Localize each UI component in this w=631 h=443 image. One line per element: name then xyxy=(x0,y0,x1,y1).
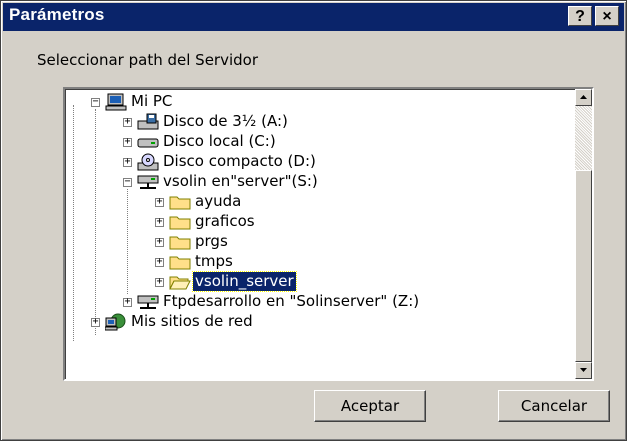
tree-item-label: Ftpdesarrollo en "Solinserver" (Z:) xyxy=(163,292,420,310)
prompt-label: Seleccionar path del Servidor xyxy=(37,51,259,69)
network-drive-icon xyxy=(137,175,159,189)
expand-toggle[interactable]: + xyxy=(91,317,100,327)
help-button[interactable]: ? xyxy=(568,6,592,26)
tree-item-label: Disco compacto (D:) xyxy=(163,152,316,170)
tree-connector xyxy=(73,105,74,341)
open-folder-icon xyxy=(169,276,191,290)
expand-toggle[interactable]: + xyxy=(155,237,164,247)
arrow-down-icon xyxy=(580,368,587,372)
tree-item-label: Disco de 3½ (A:) xyxy=(163,112,288,130)
tree-item-label: graficos xyxy=(195,212,255,230)
title-bar[interactable]: Parámetros ? × xyxy=(3,3,624,31)
tree-item-label: tmps xyxy=(195,252,233,270)
collapse-toggle[interactable]: − xyxy=(91,97,100,107)
close-button[interactable]: × xyxy=(595,6,619,26)
arrow-up-icon xyxy=(580,95,587,99)
tree-item-label: Disco local (C:) xyxy=(163,132,276,150)
expand-toggle[interactable]: + xyxy=(155,277,164,287)
tree-item-label: vsolin_server xyxy=(192,271,297,292)
tree-item-label: Mis sitios de red xyxy=(131,312,253,330)
scroll-track[interactable] xyxy=(575,106,592,170)
folder-tree[interactable]: − Mi PC + Disco de 3½ (A:) + Disco local… xyxy=(63,87,594,381)
expand-toggle[interactable]: + xyxy=(123,137,132,147)
aceptar-button[interactable]: Aceptar xyxy=(314,390,426,422)
expand-toggle[interactable]: + xyxy=(123,117,132,127)
tree-connector xyxy=(95,109,96,335)
scroll-up-button[interactable] xyxy=(575,89,592,106)
window-title: Parámetros xyxy=(9,5,105,24)
collapse-toggle[interactable]: − xyxy=(123,177,132,187)
folder-icon xyxy=(169,196,191,210)
folder-icon xyxy=(169,236,191,250)
tree-scrollbar[interactable] xyxy=(575,89,592,379)
cd-drive-icon xyxy=(137,153,159,171)
parametros-dialog: Parámetros ? × Seleccionar path del Serv… xyxy=(0,0,627,441)
folder-icon xyxy=(169,256,191,270)
expand-toggle[interactable]: + xyxy=(155,257,164,267)
tree-item-label: ayuda xyxy=(195,192,242,210)
expand-toggle[interactable]: + xyxy=(123,297,132,307)
scroll-down-button[interactable] xyxy=(575,362,592,379)
floppy-drive-icon xyxy=(137,113,159,130)
folder-icon xyxy=(169,216,191,230)
network-places-icon xyxy=(105,313,126,331)
computer-icon xyxy=(105,93,127,111)
expand-toggle[interactable]: + xyxy=(155,197,164,207)
tree-connector xyxy=(127,189,128,294)
hard-drive-icon xyxy=(137,138,159,148)
scroll-thumb[interactable] xyxy=(575,170,592,362)
cancelar-button[interactable]: Cancelar xyxy=(498,390,610,422)
tree-item-label: prgs xyxy=(195,232,228,250)
tree-item-label: Mi PC xyxy=(131,92,173,110)
network-drive-icon xyxy=(137,295,159,309)
tree-item-label: vsolin en"server"(S:) xyxy=(163,172,318,190)
expand-toggle[interactable]: + xyxy=(123,157,132,167)
expand-toggle[interactable]: + xyxy=(155,217,164,227)
